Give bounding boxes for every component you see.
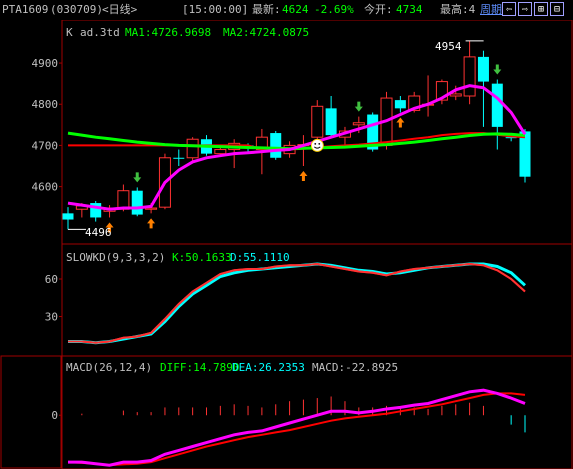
candle-body	[477, 56, 489, 82]
title-bar: PTA1609 (030709) <日线> [15:00:00] 最新: 462…	[0, 0, 573, 20]
kd-tick-label: 60	[45, 273, 58, 286]
kd-d-line	[68, 262, 527, 345]
time-label: [15:00:00]	[182, 3, 249, 16]
macd-tick-label: 0	[51, 409, 58, 422]
macd-dea-line	[67, 392, 526, 467]
next-icon[interactable]: ⇨	[518, 2, 532, 16]
kd-tick-label: 30	[45, 311, 58, 324]
candle-body	[449, 93, 462, 97]
latest-value: 4624	[282, 3, 309, 16]
min-price-label: 4496	[85, 226, 112, 239]
smiley-eye	[318, 143, 321, 145]
price-tick-label: 4700	[32, 139, 59, 152]
candle-body	[519, 131, 531, 177]
sell-arrow-icon	[493, 64, 502, 75]
prev-icon[interactable]: ⇦	[502, 2, 516, 16]
price-tick-label: 4900	[32, 57, 59, 70]
zoom-in-icon[interactable]: ⊞	[534, 2, 548, 16]
candle-body	[117, 190, 130, 210]
kd-k-overlay	[68, 262, 526, 344]
buy-arrow-icon	[147, 218, 156, 229]
kd-k-line	[68, 262, 526, 344]
kd-k-label: K:50.1633	[172, 251, 232, 264]
high-label: 最高:4	[440, 3, 476, 16]
candle-body	[394, 100, 406, 109]
sell-arrow-icon	[133, 172, 142, 183]
main-prefix: K	[66, 26, 73, 39]
symbol-code: (030709)	[50, 3, 103, 16]
candle-body	[270, 133, 282, 158]
candle-body	[186, 138, 199, 159]
macd-value-label: MACD:-22.8925	[312, 361, 398, 374]
kd-d-label: D:55.1110	[230, 251, 290, 264]
candle-body	[131, 190, 143, 215]
main-price-panel: 4900 4800 4700 4600	[32, 40, 531, 233]
macd-dea-label: DEA:26.2353	[232, 361, 305, 374]
ma1-line	[67, 84, 527, 211]
ma2-label: MA2:4724.0875	[223, 26, 309, 39]
latest-label: 最新:	[252, 3, 281, 16]
candle-body	[311, 105, 324, 138]
buy-arrow-icon	[396, 117, 405, 128]
max-price-label: 4954	[435, 40, 462, 53]
macd-panel: 0	[51, 388, 526, 467]
candle-body	[352, 122, 365, 126]
sell-arrow-icon	[354, 101, 363, 112]
open-value: 4734	[396, 3, 423, 16]
candle-body	[491, 83, 503, 127]
kd-name: SLOWKD(9,3,3,2)	[66, 251, 165, 264]
macd-diff-label: DIFF:14.7890	[160, 361, 239, 374]
zoom-out-icon[interactable]: ⊟	[550, 2, 564, 16]
smiley-icon	[310, 138, 324, 152]
price-tick-label: 4800	[32, 98, 59, 111]
main-indicator-name: ad.3td	[80, 26, 120, 39]
kd-panel: 60 30	[45, 262, 527, 345]
chart-area[interactable]: 4900 4800 4700 4600 60 30 0 K ad.3td MA1:472…	[0, 20, 573, 469]
period-tag: <日线>	[102, 3, 138, 16]
change-percent: -2.69%	[314, 3, 354, 16]
buy-arrow-icon	[299, 171, 308, 181]
candle-body	[62, 213, 74, 220]
symbol: PTA1609	[2, 3, 49, 16]
open-label: 今开:	[364, 3, 393, 16]
candle-body	[463, 56, 476, 97]
price-tick-label: 4600	[32, 181, 59, 194]
macd-name: MACD(26,12,4)	[66, 361, 152, 374]
candle-body	[325, 108, 337, 136]
candle-body	[173, 157, 185, 159]
candle-body	[214, 149, 227, 155]
ma1-label: MA1:4726.9698	[125, 26, 211, 39]
smiley-eye	[314, 143, 317, 145]
period-button[interactable]: 周期	[480, 0, 502, 20]
